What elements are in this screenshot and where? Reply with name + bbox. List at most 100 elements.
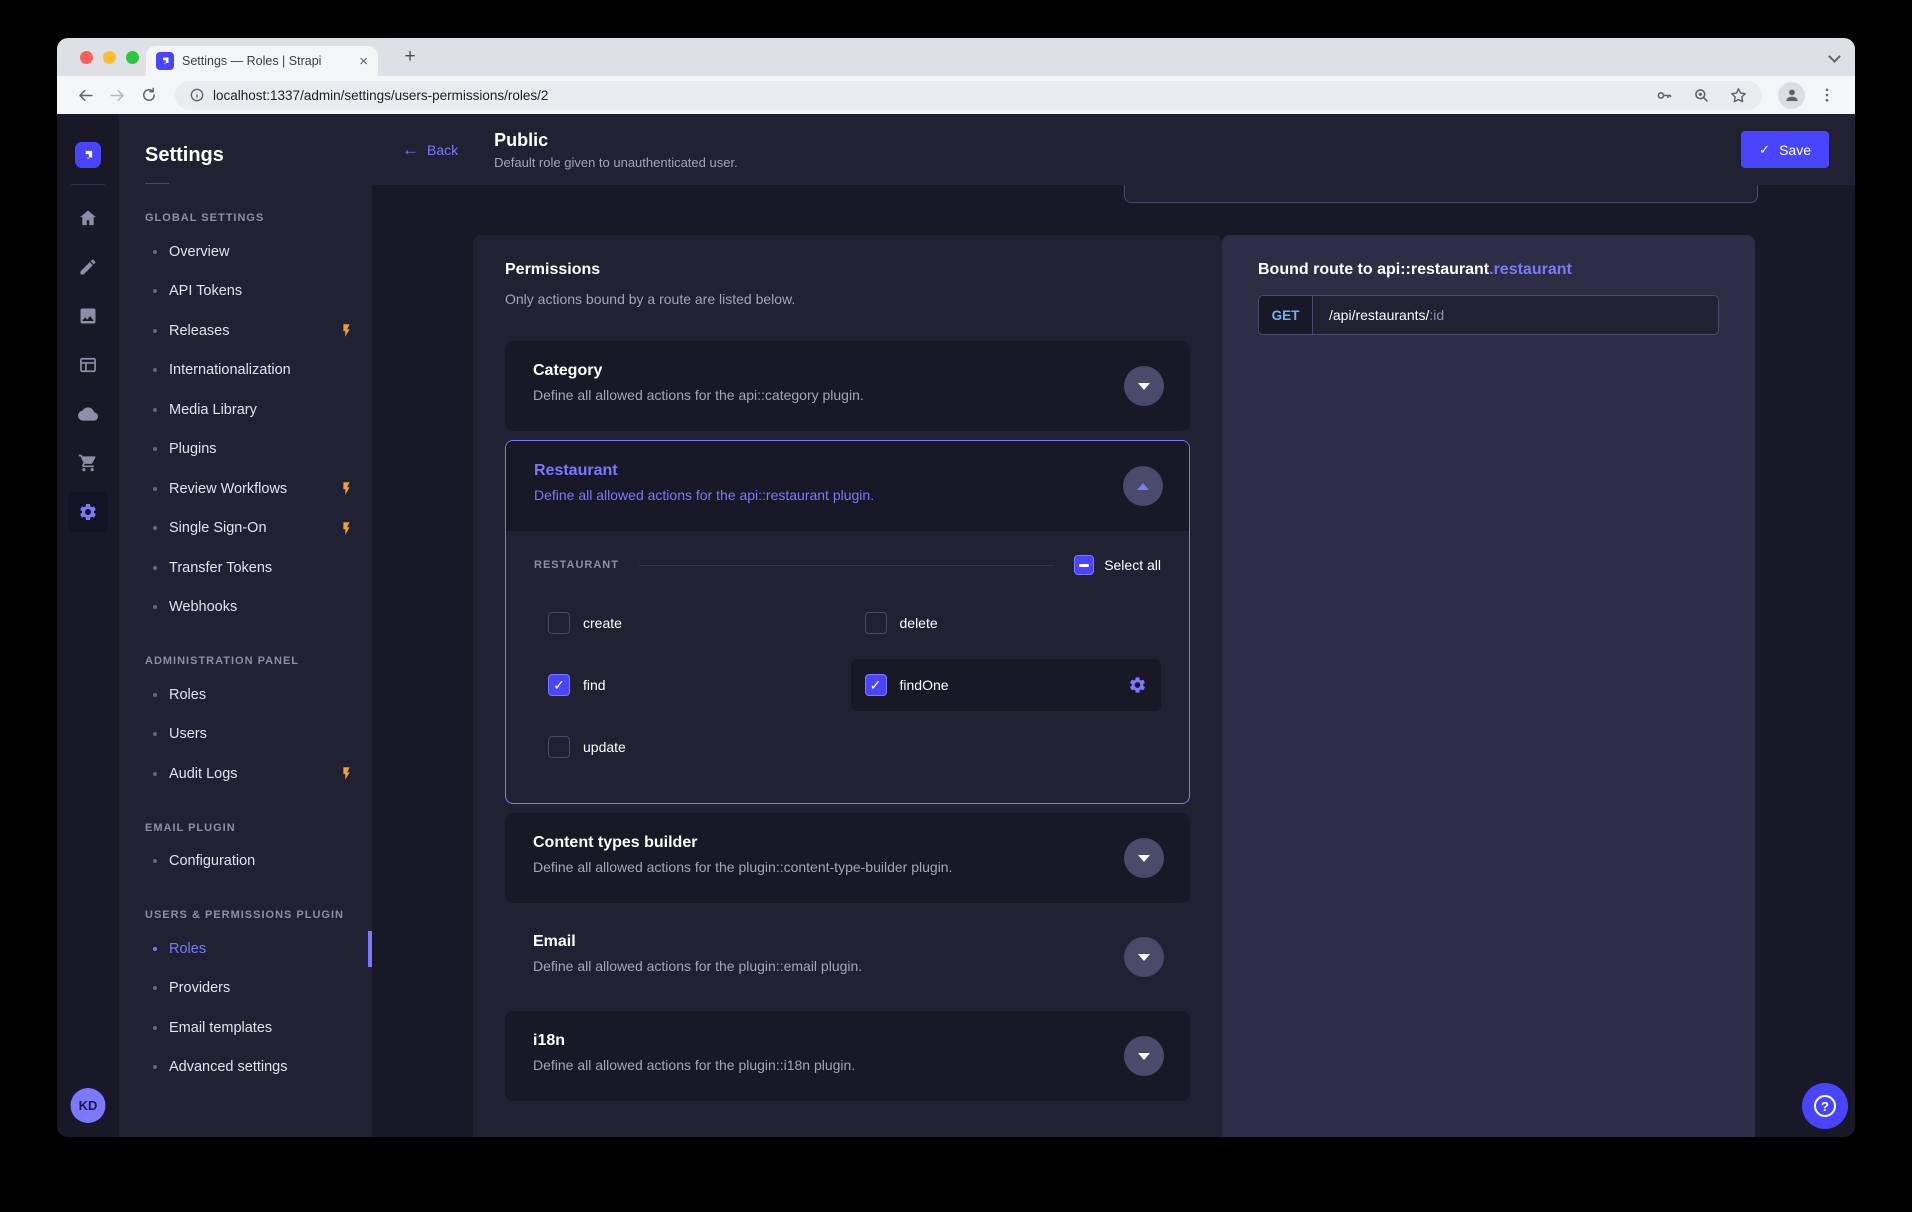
accordion-toggle-button[interactable] bbox=[1124, 1036, 1164, 1076]
sidebar-item-plugins[interactable]: Plugins bbox=[119, 430, 372, 470]
sidebar-item-media-library[interactable]: Media Library bbox=[119, 390, 372, 430]
accordion-header-restaurant[interactable]: RestaurantDefine all allowed actions for… bbox=[506, 441, 1189, 531]
sidebar-item-audit-logs[interactable]: Audit Logs bbox=[119, 754, 372, 794]
sidebar-item-providers[interactable]: Providers bbox=[119, 969, 372, 1009]
chevron-down-icon[interactable] bbox=[1829, 51, 1839, 61]
accordion-description: Define all allowed actions for the plugi… bbox=[533, 958, 1162, 974]
accordion-description: Define all allowed actions for the plugi… bbox=[533, 859, 1162, 875]
checkbox-delete[interactable] bbox=[865, 612, 887, 634]
main-area: ← Back Public Default role given to unau… bbox=[372, 114, 1855, 1137]
bullet-icon bbox=[153, 772, 157, 776]
tab-close-icon[interactable]: × bbox=[359, 54, 368, 69]
back-link[interactable]: ← Back bbox=[402, 141, 458, 158]
window-zoom-button[interactable] bbox=[126, 51, 139, 64]
help-button[interactable]: ? bbox=[1802, 1083, 1848, 1129]
checkbox-update[interactable] bbox=[548, 736, 570, 758]
permission-create[interactable]: create bbox=[534, 597, 845, 649]
checkbox-find[interactable] bbox=[548, 674, 570, 696]
select-all-label: Select all bbox=[1104, 557, 1161, 573]
accordion-toggle-button[interactable] bbox=[1124, 366, 1164, 406]
content-manager-icon[interactable] bbox=[68, 247, 108, 287]
bound-route-api: api::restaurant bbox=[1377, 261, 1489, 278]
sidebar-item-internationalization[interactable]: Internationalization bbox=[119, 351, 372, 391]
settings-gear-icon[interactable] bbox=[68, 492, 108, 532]
sidebar-item-overview[interactable]: Overview bbox=[119, 232, 372, 272]
new-tab-button[interactable]: + bbox=[397, 44, 423, 70]
bullet-icon bbox=[153, 859, 157, 863]
user-avatar[interactable]: KD bbox=[71, 1088, 106, 1123]
save-label: Save bbox=[1779, 142, 1811, 158]
flash-icon bbox=[339, 323, 354, 338]
sidebar-section-label: EMAIL PLUGIN bbox=[145, 822, 372, 834]
sidebar-sections: GLOBAL SETTINGS OverviewAPI TokensRelease… bbox=[119, 212, 372, 1087]
sidebar-item-roles[interactable]: Roles bbox=[119, 929, 372, 969]
permission-settings-button[interactable] bbox=[1128, 676, 1147, 695]
sidebar-item-api-tokens[interactable]: API Tokens bbox=[119, 272, 372, 312]
flash-icon bbox=[339, 481, 354, 496]
sidebar-item-email-templates[interactable]: Email templates bbox=[119, 1008, 372, 1048]
url-text[interactable]: localhost:1337/admin/settings/users-perm… bbox=[213, 88, 1655, 103]
sidebar-item-label: Transfer Tokens bbox=[169, 560, 272, 576]
rail-divider bbox=[71, 184, 105, 185]
sidebar-section-label: ADMINISTRATION PANEL bbox=[145, 655, 372, 667]
sidebar-item-roles[interactable]: Roles bbox=[119, 675, 372, 715]
sidebar-item-advanced-settings[interactable]: Advanced settings bbox=[119, 1048, 372, 1088]
sidebar-item-label: Plugins bbox=[169, 441, 217, 457]
permission-find[interactable]: find bbox=[534, 659, 845, 711]
permission-findone[interactable]: findOne bbox=[851, 659, 1162, 711]
select-all-checkbox[interactable] bbox=[1074, 555, 1094, 575]
sidebar-item-single-sign-on[interactable]: Single Sign-On bbox=[119, 509, 372, 549]
save-button[interactable]: ✓ Save bbox=[1741, 131, 1829, 168]
content-type-builder-icon[interactable] bbox=[68, 345, 108, 385]
sidebar-item-users[interactable]: Users bbox=[119, 715, 372, 755]
accordion-toggle-button[interactable] bbox=[1123, 466, 1163, 506]
route-path: /api/restaurants/:id bbox=[1313, 296, 1444, 334]
back-button[interactable] bbox=[69, 79, 101, 111]
browser-tab[interactable]: Settings — Roles | Strapi × bbox=[146, 46, 378, 76]
accordion-toggle-button[interactable] bbox=[1124, 937, 1164, 977]
caret-up-icon bbox=[1137, 483, 1149, 490]
permission-delete[interactable]: delete bbox=[851, 597, 1162, 649]
bullet-icon bbox=[153, 289, 157, 293]
sidebar-item-webhooks[interactable]: Webhooks bbox=[119, 588, 372, 628]
info-icon[interactable] bbox=[189, 87, 205, 103]
cloud-icon[interactable] bbox=[68, 394, 108, 434]
strapi-logo[interactable] bbox=[75, 142, 101, 168]
window-close-button[interactable] bbox=[80, 51, 93, 64]
zoom-icon[interactable] bbox=[1692, 86, 1711, 105]
sidebar-item-configuration[interactable]: Configuration bbox=[119, 842, 372, 882]
accordion-header-i18n[interactable]: i18nDefine all allowed actions for the p… bbox=[505, 1011, 1190, 1101]
accordion-toggle-button[interactable] bbox=[1124, 838, 1164, 878]
reload-button[interactable] bbox=[133, 79, 165, 111]
accordion-header-content-types-builder[interactable]: Content types builderDefine all allowed … bbox=[505, 813, 1190, 903]
accordion-header-email[interactable]: EmailDefine all allowed actions for the … bbox=[505, 912, 1190, 1002]
person-icon bbox=[1783, 86, 1801, 104]
select-all-control[interactable]: Select all bbox=[1074, 555, 1161, 575]
checkbox-findone[interactable] bbox=[865, 674, 887, 696]
bullet-icon bbox=[153, 1065, 157, 1069]
marketplace-cart-icon[interactable] bbox=[68, 443, 108, 483]
browser-menu-button[interactable] bbox=[1811, 79, 1843, 111]
home-icon[interactable] bbox=[68, 198, 108, 238]
password-key-icon[interactable] bbox=[1655, 86, 1674, 105]
window-minimize-button[interactable] bbox=[103, 51, 116, 64]
sidebar-section-label: GLOBAL SETTINGS bbox=[145, 212, 372, 224]
sidebar-title-divider bbox=[145, 183, 169, 184]
browser-window: Settings — Roles | Strapi × + localhost:… bbox=[57, 38, 1855, 1137]
bookmark-star-icon[interactable] bbox=[1729, 86, 1748, 105]
bullet-icon bbox=[153, 487, 157, 491]
role-description-field[interactable] bbox=[1124, 185, 1758, 203]
browser-profile-avatar[interactable] bbox=[1778, 82, 1805, 109]
sidebar-item-releases[interactable]: Releases bbox=[119, 311, 372, 351]
url-bar[interactable]: localhost:1337/admin/settings/users-perm… bbox=[175, 81, 1762, 110]
media-library-icon[interactable] bbox=[68, 296, 108, 336]
caret-down-icon bbox=[1138, 1053, 1150, 1060]
forward-button[interactable] bbox=[101, 79, 133, 111]
accordion-category: CategoryDefine all allowed actions for t… bbox=[505, 341, 1190, 431]
sidebar-item-review-workflows[interactable]: Review Workflows bbox=[119, 469, 372, 509]
accordion-title: Restaurant bbox=[534, 462, 1161, 480]
sidebar-item-transfer-tokens[interactable]: Transfer Tokens bbox=[119, 548, 372, 588]
accordion-header-category[interactable]: CategoryDefine all allowed actions for t… bbox=[505, 341, 1190, 431]
permission-update[interactable]: update bbox=[534, 721, 845, 773]
checkbox-create[interactable] bbox=[548, 612, 570, 634]
